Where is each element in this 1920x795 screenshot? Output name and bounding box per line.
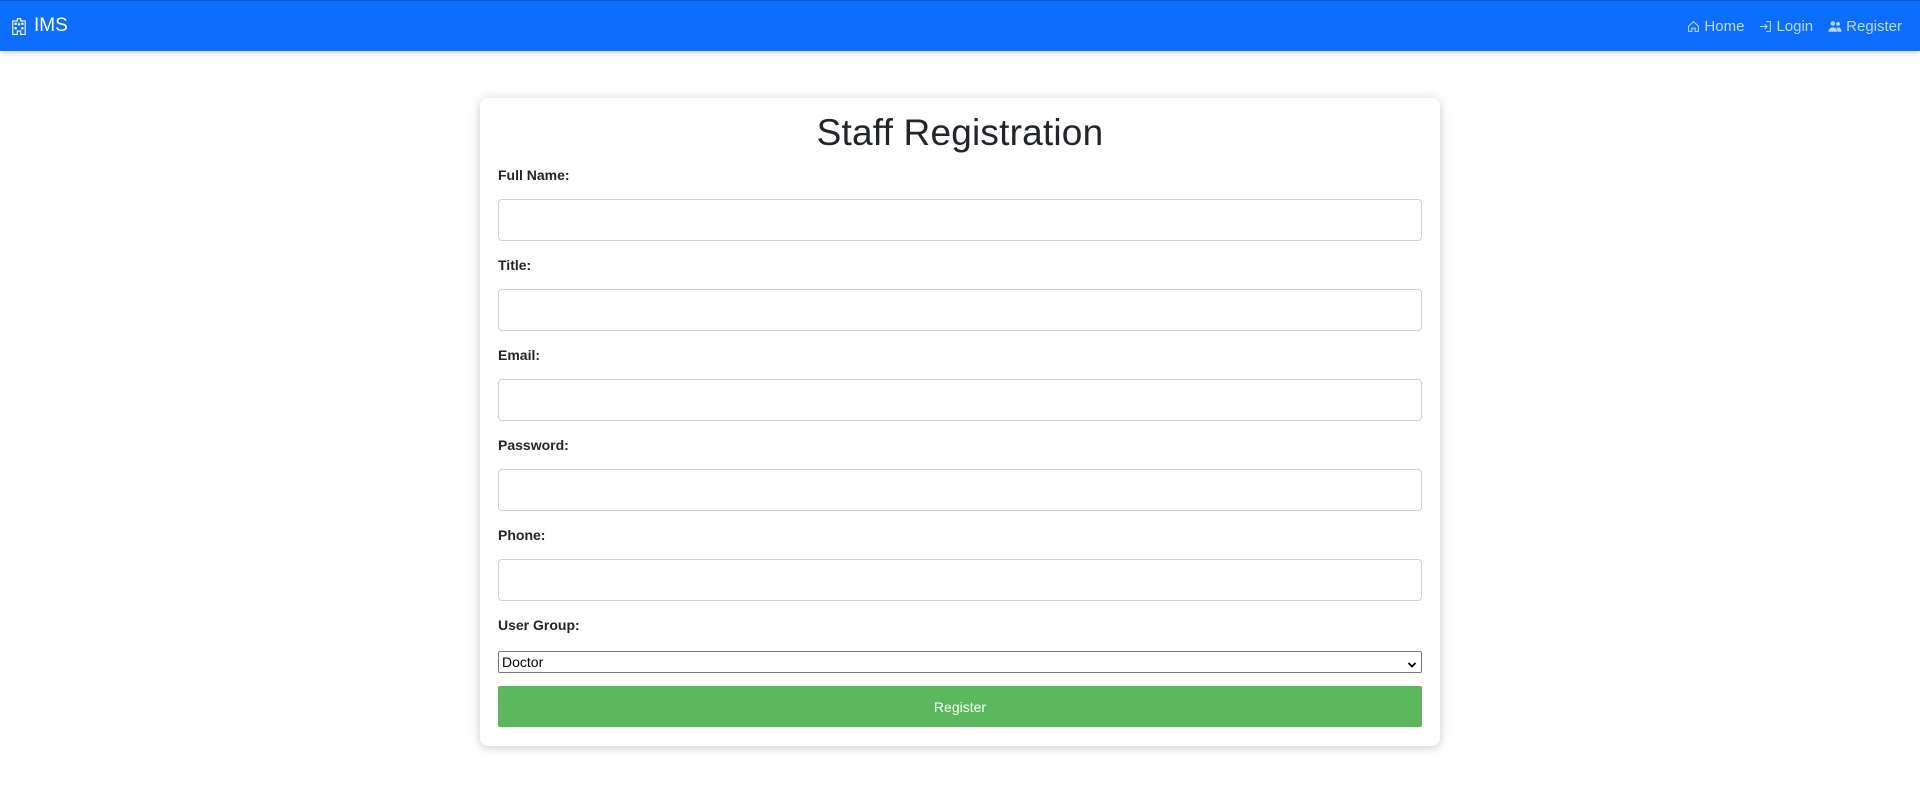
- nav-link-login-label: Login: [1776, 17, 1814, 35]
- email-input[interactable]: [498, 379, 1422, 421]
- full-name-input[interactable]: [498, 199, 1422, 241]
- title-label: Title:: [498, 257, 532, 273]
- registration-card: Staff Registration Full Name: Title: Ema…: [480, 98, 1440, 746]
- house-icon: [1687, 20, 1700, 33]
- user-group-select[interactable]: Doctor: [498, 651, 1422, 673]
- nav-link-register-label: Register: [1846, 17, 1902, 35]
- nav-link-login[interactable]: Login: [1759, 18, 1813, 35]
- nav-links: Home Login Register: [1687, 1, 1902, 51]
- phone-label: Phone:: [498, 527, 546, 543]
- title-input[interactable]: [498, 289, 1422, 331]
- brand-text: IMS: [34, 15, 68, 36]
- brand-link[interactable]: IMS: [10, 1, 68, 51]
- hospital-building-icon: [10, 17, 28, 35]
- user-group-selected-value: Doctor: [502, 654, 544, 670]
- user-group-label: User Group:: [498, 617, 580, 633]
- password-label: Password:: [498, 437, 569, 453]
- email-label: Email:: [498, 347, 541, 363]
- register-button[interactable]: Register: [498, 686, 1422, 727]
- nav-link-register[interactable]: Register: [1828, 18, 1902, 35]
- page-title: Staff Registration: [816, 112, 1104, 153]
- password-input[interactable]: [498, 469, 1422, 511]
- nav-link-home[interactable]: Home: [1687, 18, 1744, 35]
- login-arrow-icon: [1759, 20, 1772, 33]
- chevron-down-icon: [1407, 657, 1417, 673]
- phone-input[interactable]: [498, 559, 1422, 601]
- people-icon: [1828, 20, 1842, 33]
- full-name-label: Full Name:: [498, 167, 570, 183]
- nav-link-home-label: Home: [1704, 17, 1745, 35]
- top-navbar: IMS Home Login Register: [0, 0, 1920, 51]
